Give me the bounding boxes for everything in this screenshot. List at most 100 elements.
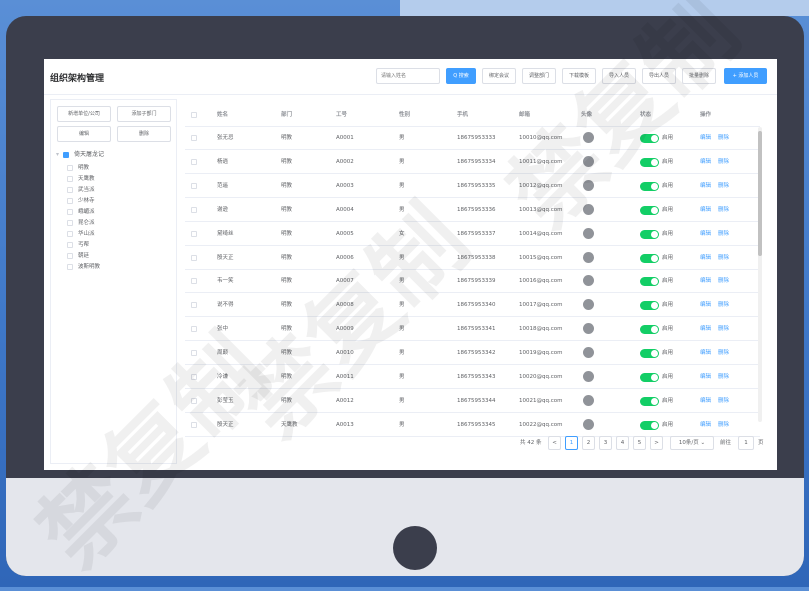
edit-link[interactable]: 编辑 — [700, 175, 711, 197]
delete-link[interactable]: 删除 — [718, 390, 729, 412]
delete-link[interactable]: 删除 — [718, 294, 729, 316]
status-toggle[interactable] — [640, 277, 659, 287]
status-toggle[interactable] — [640, 181, 659, 191]
edit-link[interactable]: 编辑 — [700, 414, 711, 436]
row-checkbox[interactable] — [191, 254, 197, 261]
status-toggle[interactable] — [640, 205, 659, 215]
bind-meeting-button[interactable]: 绑定会议 — [482, 68, 516, 84]
tree-item-checkbox[interactable] — [67, 186, 73, 193]
export-staff-button[interactable]: 导出人员 — [642, 68, 676, 84]
status-toggle[interactable] — [640, 396, 659, 406]
status-toggle[interactable] — [640, 373, 659, 382]
edit-link[interactable]: 编辑 — [700, 390, 711, 412]
select-all-checkbox[interactable] — [191, 112, 197, 118]
edit-link[interactable]: 编辑 — [700, 151, 711, 173]
status-toggle[interactable] — [640, 253, 659, 263]
page-4-button[interactable]: 4 — [616, 436, 629, 450]
delete-link[interactable]: 删除 — [718, 366, 729, 388]
tree-item[interactable]: 峨嵋派 — [67, 207, 95, 215]
delete-link[interactable]: 删除 — [718, 127, 729, 149]
tree-item-checkbox[interactable] — [67, 263, 73, 270]
page-1-button[interactable]: 1 — [565, 436, 578, 450]
status-toggle[interactable] — [640, 157, 659, 167]
status-toggle[interactable] — [640, 349, 659, 359]
tree-item-checkbox[interactable] — [67, 219, 73, 226]
tree-item[interactable]: 天鹰教 — [67, 174, 95, 182]
delete-link[interactable]: 删除 — [718, 270, 729, 292]
tree-item-checkbox[interactable] — [67, 208, 73, 215]
next-page-button[interactable]: > — [650, 436, 663, 450]
status-toggle[interactable] — [640, 420, 659, 430]
tree-item-checkbox[interactable] — [67, 252, 73, 259]
search-input[interactable] — [376, 68, 440, 84]
tree-root-checkbox[interactable] — [63, 151, 70, 158]
edit-link[interactable]: 编辑 — [700, 199, 711, 221]
page-3-button[interactable]: 3 — [599, 436, 612, 450]
page-5-button[interactable]: 5 — [633, 436, 646, 450]
delete-link[interactable]: 删除 — [718, 247, 729, 269]
batch-delete-button[interactable]: 批量删除 — [682, 68, 716, 84]
edit-node-button[interactable]: 编辑 — [57, 126, 111, 142]
delete-node-button[interactable]: 删除 — [117, 126, 171, 142]
tree-item-checkbox[interactable] — [67, 241, 73, 248]
edit-link[interactable]: 编辑 — [700, 127, 711, 149]
row-checkbox[interactable] — [191, 397, 197, 404]
page-size-select[interactable]: 10条/页 ⌄ — [670, 436, 714, 450]
tree-item-checkbox[interactable] — [67, 230, 73, 237]
tree-item[interactable]: 明教 — [67, 163, 89, 171]
status-toggle[interactable] — [640, 229, 659, 239]
tree-item-checkbox[interactable] — [67, 197, 73, 204]
page-2-button[interactable]: 2 — [582, 436, 595, 450]
row-checkbox[interactable] — [191, 158, 197, 165]
row-checkbox[interactable] — [191, 278, 197, 285]
tree-item[interactable]: 昆仑派 — [67, 218, 95, 226]
row-checkbox[interactable] — [191, 421, 197, 428]
row-checkbox[interactable] — [191, 350, 197, 357]
row-checkbox[interactable] — [191, 374, 197, 380]
delete-link[interactable]: 删除 — [718, 414, 729, 436]
delete-link[interactable]: 删除 — [718, 199, 729, 221]
delete-link[interactable]: 删除 — [718, 342, 729, 364]
tree-item[interactable]: 武当派 — [67, 185, 95, 193]
row-checkbox[interactable] — [191, 230, 197, 237]
status-toggle[interactable] — [640, 134, 659, 143]
delete-link[interactable]: 删除 — [718, 318, 729, 340]
status-toggle[interactable] — [640, 325, 659, 335]
row-checkbox[interactable] — [191, 206, 197, 213]
table-scrollbar[interactable] — [758, 127, 762, 422]
add-company-button[interactable]: 新增单位/公司 — [57, 106, 111, 122]
tree-root[interactable]: ▾ 倚天屠龙记 — [56, 149, 104, 158]
tree-item-checkbox[interactable] — [67, 175, 73, 182]
scrollbar-thumb[interactable] — [758, 131, 762, 256]
download-template-button[interactable]: 下载模板 — [562, 68, 596, 84]
goto-page-input[interactable]: 1 — [738, 436, 754, 450]
adjust-department-button[interactable]: 调整部门 — [522, 68, 556, 84]
tree-item[interactable]: 华山派 — [67, 229, 95, 237]
tree-item[interactable]: 少林寺 — [67, 196, 95, 204]
add-subdepartment-button[interactable]: 添加子部门 — [117, 106, 171, 122]
search-button[interactable]: Q 搜索 — [446, 68, 476, 84]
add-staff-button[interactable]: + 添加人员 — [724, 68, 767, 84]
status-toggle[interactable] — [640, 301, 659, 311]
tree-item-checkbox[interactable] — [67, 164, 73, 171]
delete-link[interactable]: 删除 — [718, 151, 729, 173]
edit-link[interactable]: 编辑 — [700, 366, 711, 388]
row-checkbox[interactable] — [191, 182, 197, 189]
edit-link[interactable]: 编辑 — [700, 223, 711, 245]
edit-link[interactable]: 编辑 — [700, 247, 711, 269]
row-checkbox[interactable] — [191, 135, 197, 141]
prev-page-button[interactable]: < — [548, 436, 561, 450]
delete-link[interactable]: 删除 — [718, 175, 729, 197]
expand-arrow-icon[interactable]: ▾ — [56, 151, 59, 158]
edit-link[interactable]: 编辑 — [700, 342, 711, 364]
import-staff-button[interactable]: 导入人员 — [602, 68, 636, 84]
tree-item[interactable]: 朝廷 — [67, 251, 89, 259]
row-checkbox[interactable] — [191, 326, 197, 333]
edit-link[interactable]: 编辑 — [700, 270, 711, 292]
edit-link[interactable]: 编辑 — [700, 294, 711, 316]
tree-item[interactable]: 丐帮 — [67, 240, 89, 248]
tree-item[interactable]: 波斯明教 — [67, 262, 100, 270]
delete-link[interactable]: 删除 — [718, 223, 729, 245]
edit-link[interactable]: 编辑 — [700, 318, 711, 340]
row-checkbox[interactable] — [191, 302, 197, 309]
